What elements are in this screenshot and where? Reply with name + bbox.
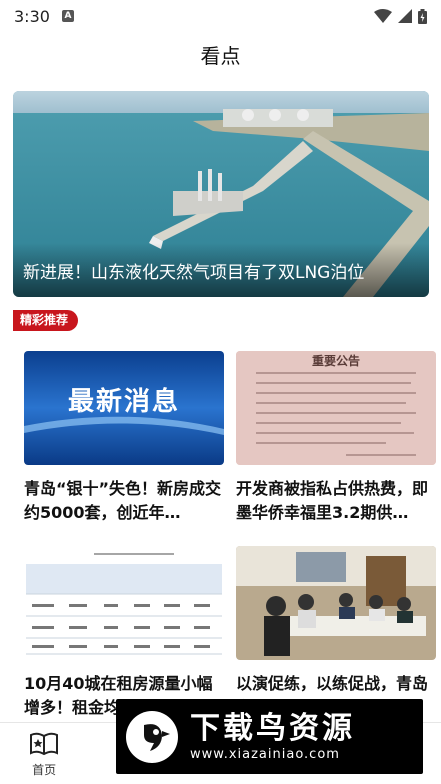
hero-caption: 新进展！山东液化天然气项目有了双LNG泊位: [13, 243, 429, 297]
notification-icon: A: [61, 10, 74, 22]
watermark-overlay: 下载鸟资源 www.xiazainiao.com: [116, 699, 423, 774]
card-image-text: 重要公告: [311, 354, 360, 368]
signal-icon: [398, 9, 412, 23]
bird-logo-icon: [126, 710, 178, 763]
card-image-text: 最新消息: [67, 387, 180, 417]
status-bar: 3:30 A: [0, 0, 441, 32]
news-card[interactable]: 以演促练，以练促战，青岛市即墨区开展重污染…: [236, 546, 436, 720]
wifi-icon: [374, 9, 392, 23]
card-title: 青岛“银十”失色！新房成交约5000套，创近年…: [24, 479, 222, 522]
news-card[interactable]: 10月40城在租房源量小幅增多！租金均价凸显稳态…: [24, 546, 224, 720]
section-tag: 精彩推荐: [13, 310, 79, 331]
card-image: [24, 546, 224, 660]
page-title: 看点: [200, 44, 241, 68]
book-icon: [30, 732, 59, 756]
news-card[interactable]: 重要公告 开发商被指私占供热费，即墨华侨幸福里3.2期供…: [236, 351, 436, 525]
tab-home[interactable]: 首页: [0, 723, 88, 784]
status-time: 3:30: [14, 6, 50, 26]
tab-label: 首页: [32, 763, 57, 777]
battery-icon: [418, 8, 427, 24]
card-title: 开发商被指私占供热费，即墨华侨幸福里3.2期供…: [236, 479, 429, 522]
watermark-url: www.xiazainiao.com: [190, 747, 340, 762]
watermark-title: 下载鸟资源: [190, 711, 355, 746]
card-image: 重要公告: [236, 351, 436, 465]
status-icons: [374, 8, 427, 24]
card-image: [236, 546, 436, 660]
news-card[interactable]: 最新消息 青岛“银十”失色！新房成交约5000套，创近年…: [24, 351, 224, 525]
card-image: 最新消息: [24, 351, 224, 465]
hero-banner[interactable]: 新进展！山东液化天然气项目有了双LNG泊位: [13, 91, 429, 297]
